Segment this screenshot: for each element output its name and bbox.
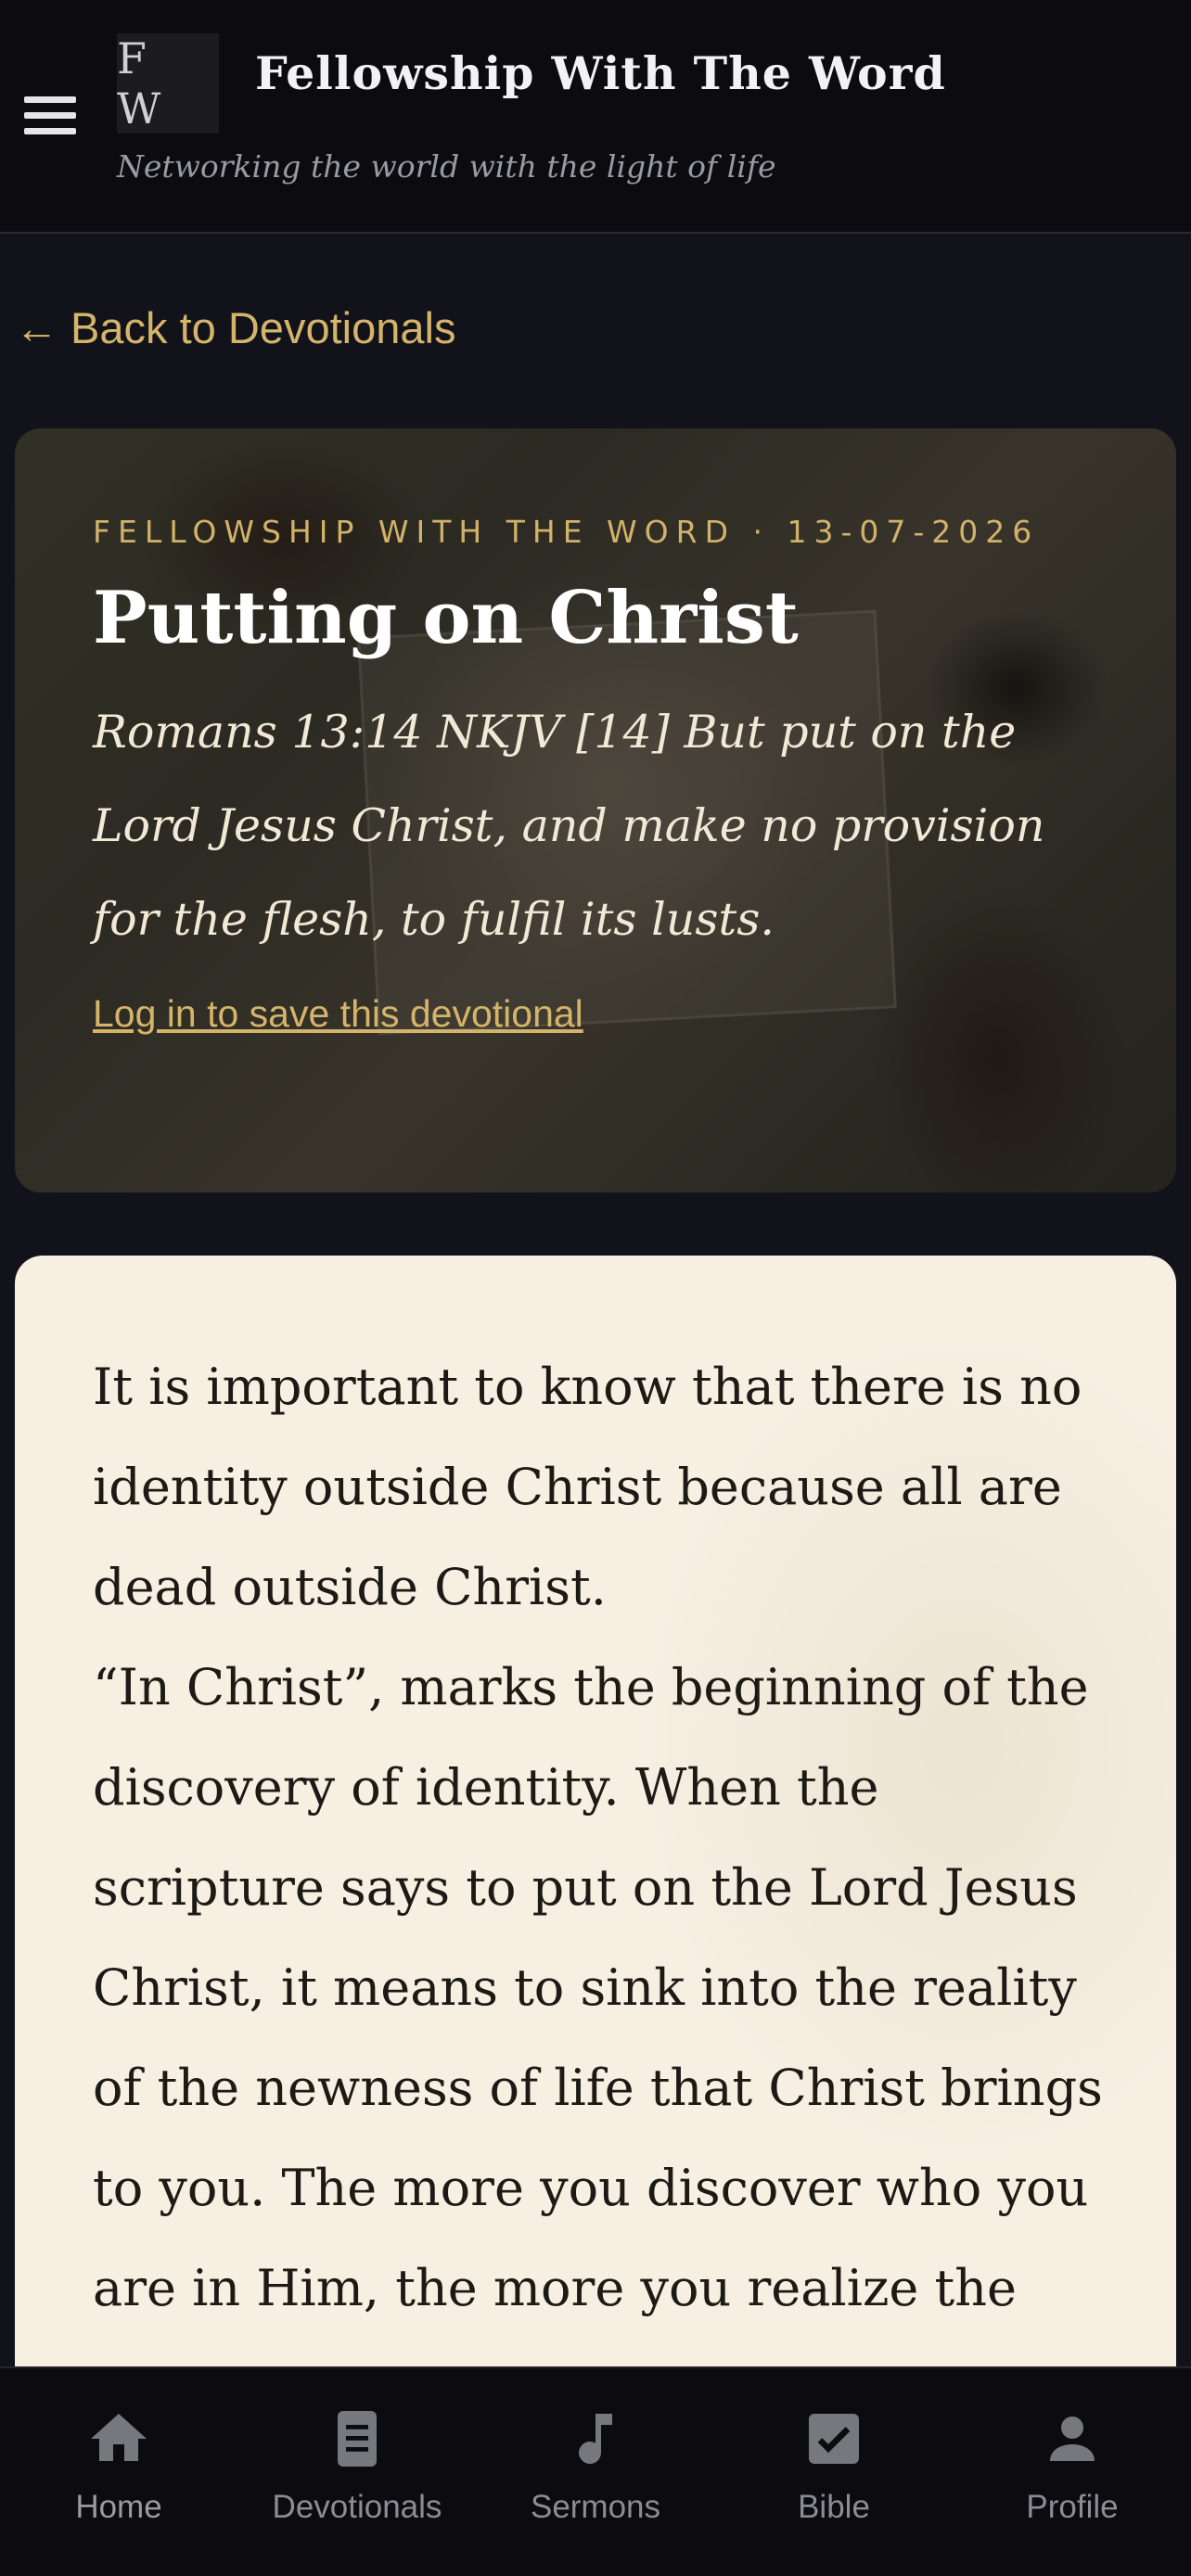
book-icon [338,2411,377,2467]
nav-item-sermons[interactable]: Sermons [484,2368,707,2576]
devotional-hero-card: FELLOWSHIP WITH THE WORD · 13-07-2026 Pu… [15,428,1176,1192]
nav-label: Devotionals [272,2489,442,2525]
bottom-navigation: Home Devotionals Sermons Bible Profile [0,2366,1191,2576]
devotional-meta: FELLOWSHIP WITH THE WORD · 13-07-2026 [93,514,1040,550]
site-logo[interactable]: F W [117,33,219,134]
nav-label: Bible [798,2489,870,2525]
login-to-save-link[interactable]: Log in to save this devotional [93,992,583,1036]
body-paragraph: It is important to know that there is no… [93,1358,1082,1616]
nav-item-profile[interactable]: Profile [961,2368,1184,2576]
site-title[interactable]: Fellowship With The Word [255,46,946,100]
nav-label: Profile [1026,2489,1119,2525]
devotional-title: Putting on Christ [93,576,799,660]
back-to-devotionals-link[interactable]: ← Back to Devotionals [15,302,455,353]
home-icon [91,2414,147,2461]
nav-label: Home [75,2489,162,2525]
person-icon [1050,2417,1095,2461]
devotional-body: It is important to know that there is no… [15,1256,1176,2339]
app-screen: F W Fellowship With The Word Networking … [0,0,1191,2576]
music-note-icon [579,2414,612,2465]
scripture-verse: Romans 13:14 NKJV [14] But put on the Lo… [93,706,1045,946]
nav-item-devotionals[interactable]: Devotionals [246,2368,468,2576]
checkbox-icon [809,2414,859,2464]
site-tagline: Networking the world with the light of l… [117,148,776,185]
body-paragraph: “In Christ”, marks the beginning of the … [93,1658,1103,2317]
hero-content: FELLOWSHIP WITH THE WORD · 13-07-2026 Pu… [93,514,1121,1036]
nav-item-bible[interactable]: Bible [723,2368,945,2576]
app-header: F W Fellowship With The Word Networking … [0,0,1191,234]
nav-label: Sermons [530,2489,661,2525]
hamburger-menu-icon[interactable] [24,96,76,141]
nav-item-home[interactable]: Home [7,2368,230,2576]
